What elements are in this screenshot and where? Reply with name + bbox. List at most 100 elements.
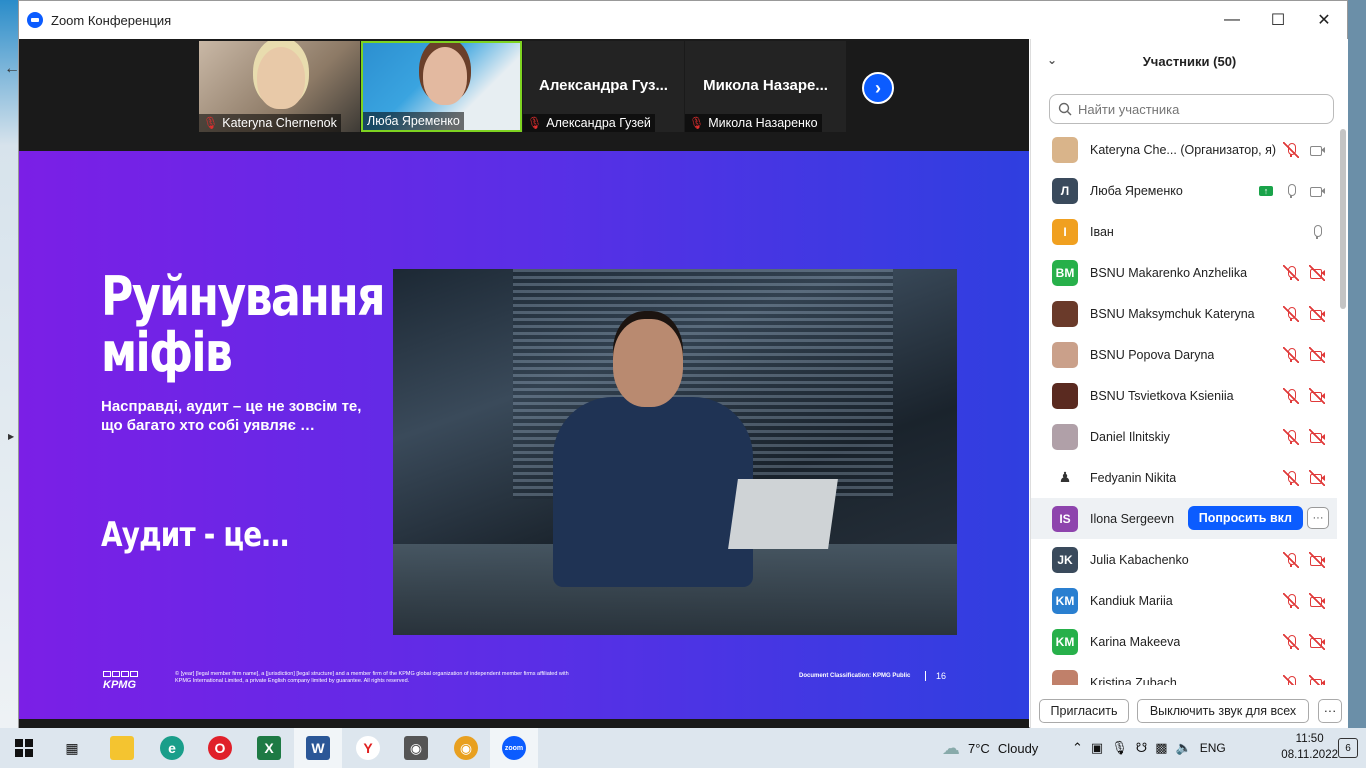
notifications-badge[interactable]: 6: [1338, 738, 1358, 758]
avatar: Л: [1052, 177, 1078, 204]
mic-muted-icon[interactable]: [1283, 633, 1299, 650]
participant-row[interactable]: Л Люба Яременко ↑: [1031, 170, 1337, 211]
participant-row[interactable]: Kateryna Che... (Организатор, я): [1031, 129, 1337, 170]
weather-condition: Cloudy: [997, 740, 1039, 756]
participant-row[interactable]: ♟ Fedyanin Nikita: [1031, 457, 1337, 498]
slide-photo: [393, 269, 957, 635]
participant-name: Люба Яременко: [1090, 183, 1183, 198]
chrome-browser-icon[interactable]: ◉: [454, 736, 478, 760]
minimize-button[interactable]: —: [1209, 1, 1255, 39]
video-tile-active-speaker[interactable]: Люба Яременко: [361, 41, 522, 132]
camera-off-icon[interactable]: [1309, 674, 1325, 685]
mic-muted-icon[interactable]: [1283, 264, 1299, 281]
slide-page-number: 16: [925, 671, 946, 681]
mic-icon[interactable]: [1283, 183, 1299, 199]
show-hidden-icons-icon[interactable]: ⌃: [1072, 740, 1083, 756]
yandex-browser-icon[interactable]: Y: [356, 736, 380, 760]
mic-muted-icon[interactable]: [1283, 141, 1299, 158]
edge-browser-icon[interactable]: e: [160, 736, 184, 760]
invite-button[interactable]: Пригласить: [1039, 699, 1129, 723]
language-indicator[interactable]: ENG: [1200, 741, 1226, 755]
search-box[interactable]: [1049, 94, 1334, 124]
more-options-button[interactable]: ···: [1318, 699, 1342, 723]
camera-off-icon[interactable]: [1309, 264, 1325, 281]
avatar: JK: [1052, 546, 1078, 573]
wifi-icon[interactable]: ☋: [1136, 740, 1148, 756]
taskbar: ▦ e O X W Y ◉ ◉ zoom ☁ 7°C Cloudy ⌃ ▣ 🎙 …: [0, 728, 1366, 768]
expand-arrow-icon[interactable]: ▶: [8, 432, 14, 441]
camera-icon[interactable]: [1309, 183, 1325, 199]
search-input[interactable]: [1078, 101, 1318, 117]
camera-off-icon[interactable]: [1309, 592, 1325, 609]
tile-display-name: Александра Гуз...: [539, 77, 668, 94]
video-tile[interactable]: 🎙 Kateryna Chernenok: [199, 41, 360, 132]
camera-icon[interactable]: [1309, 142, 1325, 158]
participant-row[interactable]: JK Julia Kabachenko: [1031, 539, 1337, 580]
start-windows-icon[interactable]: [12, 736, 36, 760]
mic-icon[interactable]: [1309, 224, 1325, 240]
participant-row[interactable]: Kristina Zubach: [1031, 662, 1337, 685]
mute-all-button[interactable]: Выключить звук для всех: [1137, 699, 1309, 723]
mic-muted-icon: 🎙: [527, 116, 543, 130]
opera-browser-icon[interactable]: O: [208, 736, 232, 760]
participants-panel: ⌄ Участники (50) Kateryna Che... (Органи…: [1030, 39, 1348, 729]
video-tile[interactable]: Микола Назаре... 🎙 Микола Назаренко: [685, 41, 846, 132]
mic-muted-icon[interactable]: [1283, 469, 1299, 486]
participant-name: Karina Makeeva: [1090, 634, 1181, 649]
mic-muted-icon[interactable]: [1283, 305, 1299, 322]
participant-row[interactable]: BSNU Tsvietkova Ksieniia: [1031, 375, 1337, 416]
microphone-icon[interactable]: 🎙: [1111, 740, 1128, 756]
video-tile[interactable]: Александра Гуз... 🎙 Александра Гузей: [523, 41, 684, 132]
participant-row[interactable]: KM Karina Makeeva: [1031, 621, 1337, 662]
zoom-app-icon[interactable]: zoom: [502, 736, 526, 760]
camera-off-icon[interactable]: [1309, 428, 1325, 445]
ask-to-unmute-button[interactable]: Попросить вкл: [1187, 506, 1303, 530]
camera-off-icon[interactable]: [1309, 633, 1325, 650]
mic-muted-icon[interactable]: [1283, 346, 1299, 363]
mic-muted-icon: 🎙: [689, 116, 705, 130]
participant-row[interactable]: Daniel Ilnitskiy: [1031, 416, 1337, 457]
camera-off-icon[interactable]: [1309, 551, 1325, 568]
task-view-icon[interactable]: ▦: [60, 736, 84, 760]
camera-off-icon[interactable]: [1309, 305, 1325, 322]
camera-off-icon[interactable]: [1309, 346, 1325, 363]
weather-widget[interactable]: ☁ 7°C Cloudy: [942, 728, 1038, 768]
mic-muted-icon[interactable]: [1283, 592, 1299, 609]
camera-off-icon[interactable]: [1309, 469, 1325, 486]
avatar: BM: [1052, 259, 1078, 286]
participant-row[interactable]: KM Kandiuk Mariia: [1031, 580, 1337, 621]
clock[interactable]: 11:50 08.11.2022: [1281, 731, 1338, 763]
participant-row[interactable]: BSNU Popova Daryna: [1031, 334, 1337, 375]
participant-row[interactable]: BSNU Maksymchuk Kateryna: [1031, 293, 1337, 334]
mic-muted-icon[interactable]: [1283, 674, 1299, 685]
more-options-button[interactable]: ···: [1307, 507, 1329, 529]
window-title: Zoom Конференция: [51, 12, 172, 28]
kpmg-logo: KPMG: [103, 671, 138, 691]
participant-row[interactable]: І Іван: [1031, 211, 1337, 252]
tile-name: Александра Гузей: [546, 116, 651, 130]
participant-name: Julia Kabachenko: [1090, 552, 1189, 567]
participant-row[interactable]: BM BSNU Makarenko Anzhelika: [1031, 252, 1337, 293]
mic-muted-icon[interactable]: [1283, 551, 1299, 568]
network-icon[interactable]: ▩: [1155, 740, 1167, 756]
participants-scrollbar[interactable]: [1340, 129, 1346, 685]
camera-off-icon[interactable]: [1309, 387, 1325, 404]
collapse-chevron-icon[interactable]: ⌄: [1047, 53, 1057, 67]
weather-temperature: 7°C: [968, 740, 990, 756]
participant-row-hovered[interactable]: IS Ilona Sergeevn Попросить вкл ···: [1031, 498, 1337, 539]
mic-muted-icon[interactable]: [1283, 428, 1299, 445]
camera-app-icon[interactable]: ◉: [404, 736, 428, 760]
mic-muted-icon[interactable]: [1283, 387, 1299, 404]
legal-footer: © [year] [legal member firm name], a [ju…: [175, 671, 569, 684]
tile-name: Люба Яременко: [367, 114, 460, 128]
slide-audit-text: Аудит - це…: [101, 515, 289, 555]
excel-icon[interactable]: X: [257, 736, 281, 760]
next-page-chevron-icon[interactable]: ›: [862, 72, 894, 104]
word-icon[interactable]: W: [306, 736, 330, 760]
volume-icon[interactable]: 🔈: [1176, 740, 1192, 756]
slide-title: Руйнування міфів: [101, 269, 386, 381]
file-explorer-icon[interactable]: [110, 736, 134, 760]
close-button[interactable]: ✕: [1301, 1, 1347, 39]
meet-now-icon[interactable]: ▣: [1091, 740, 1103, 756]
maximize-button[interactable]: ☐: [1255, 1, 1301, 39]
